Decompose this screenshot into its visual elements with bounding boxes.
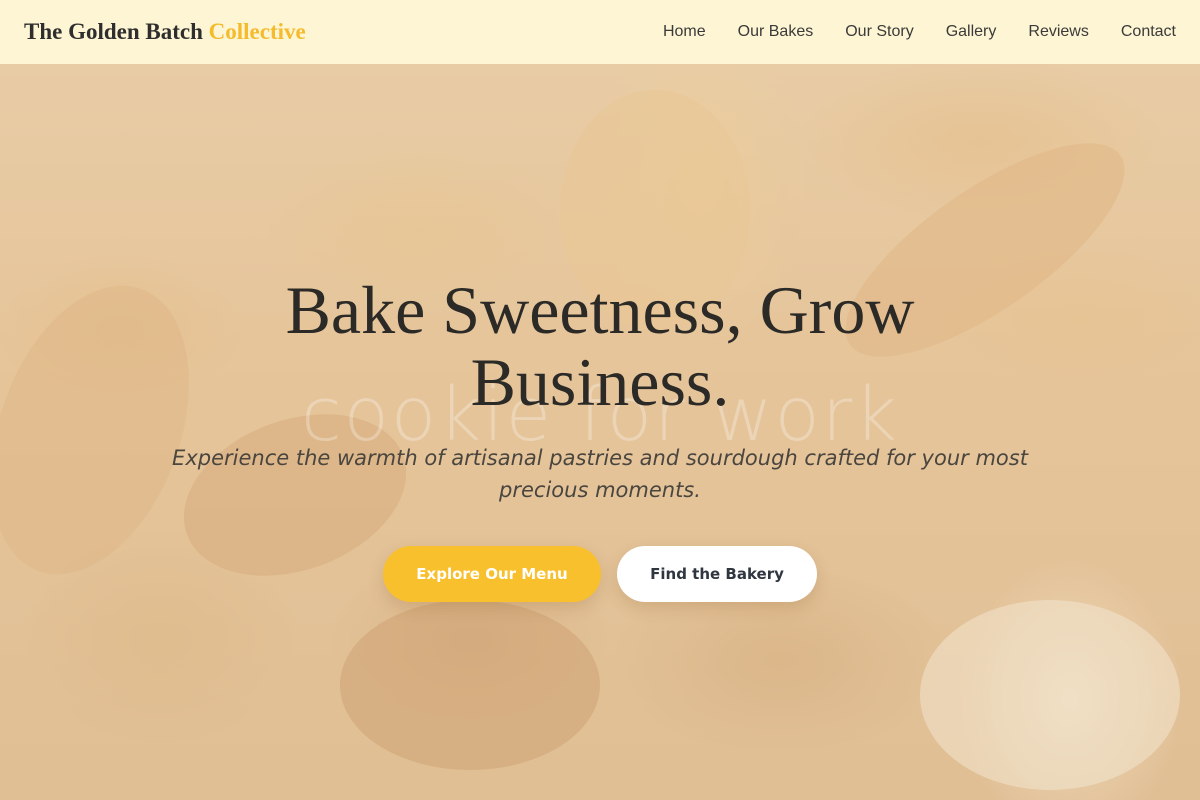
site-header: The Golden Batch Collective Home Our Bak…	[0, 0, 1200, 64]
hero-subtitle: Experience the warmth of artisanal pastr…	[172, 446, 1028, 502]
hero-section: Bake Sweetness, Grow Business. Experienc…	[0, 274, 1200, 602]
nav-link-our-bakes[interactable]: Our Bakes	[738, 23, 814, 41]
brand-logo[interactable]: The Golden Batch Collective	[24, 19, 306, 45]
nav-link-our-story[interactable]: Our Story	[845, 23, 913, 41]
hero-title: Bake Sweetness, Grow Business.	[285, 272, 915, 420]
nav-link-reviews[interactable]: Reviews	[1028, 23, 1088, 41]
brand-name: The Golden Batch	[24, 19, 209, 44]
main-nav: Home Our Bakes Our Story Gallery Reviews…	[663, 23, 1176, 41]
explore-menu-button[interactable]: Explore Our Menu	[383, 546, 601, 602]
find-bakery-button[interactable]: Find the Bakery	[617, 546, 817, 602]
nav-link-contact[interactable]: Contact	[1121, 23, 1176, 41]
nav-link-gallery[interactable]: Gallery	[946, 23, 997, 41]
brand-accent: Collective	[208, 19, 306, 44]
hero-cta-group: Explore Our Menu Find the Bakery	[0, 546, 1200, 602]
nav-link-home[interactable]: Home	[663, 23, 706, 41]
